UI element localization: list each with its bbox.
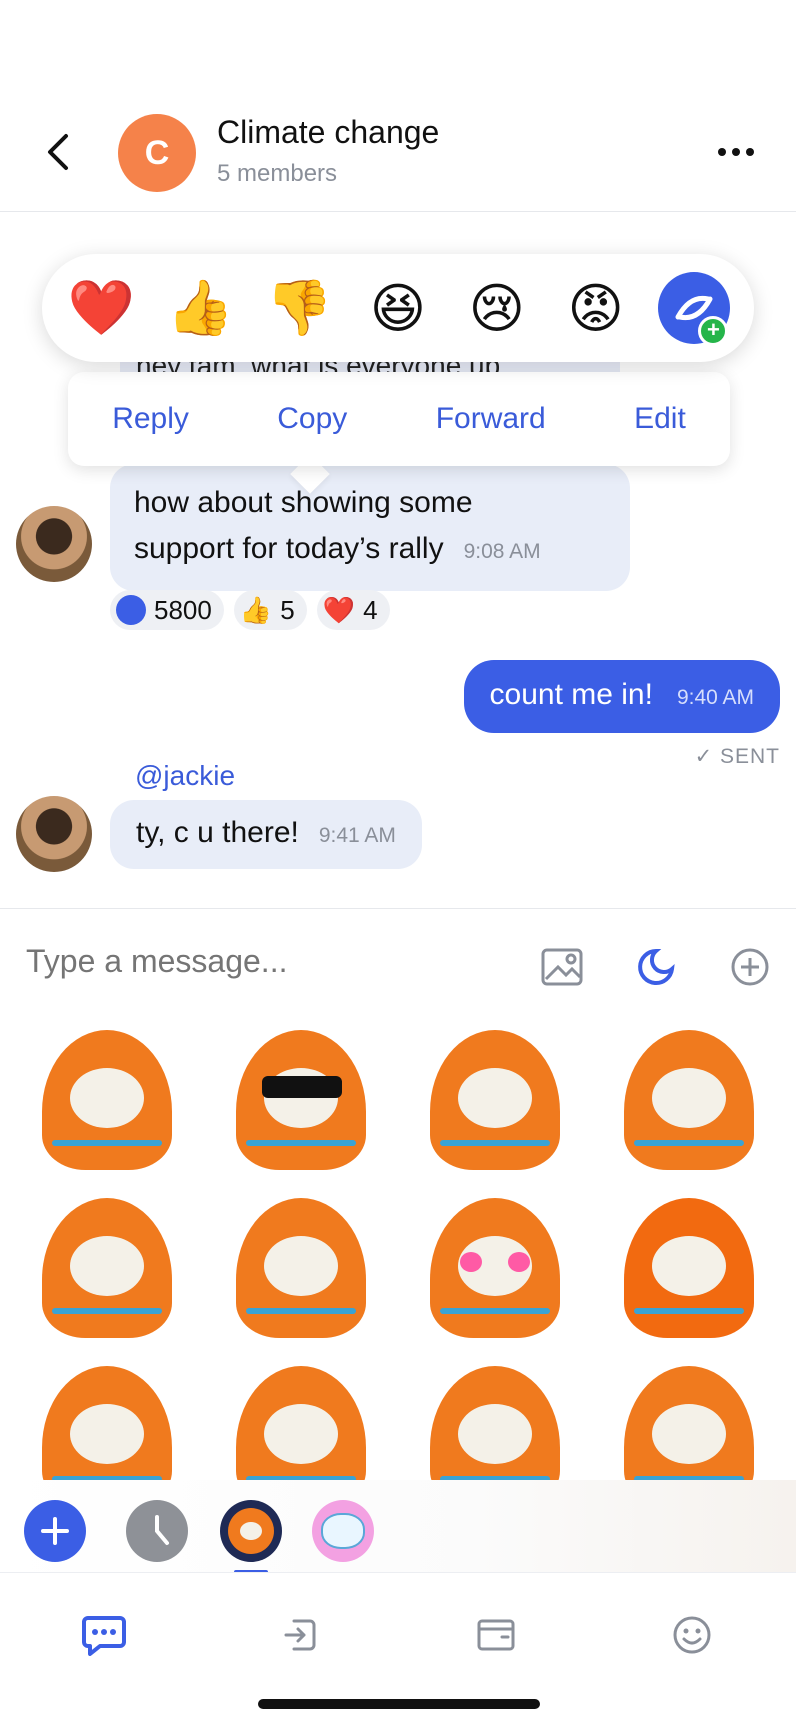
reaction-heart[interactable]: ❤️ (65, 272, 137, 344)
sticker-grid (0, 1016, 796, 1480)
message-time: 9:40 AM (676, 686, 754, 709)
message-list[interactable]: ❤️ 👍 👎 😆 😢 😡 + hey tam, what is everyone… (0, 212, 796, 908)
home-indicator (258, 1699, 540, 1709)
reaction-count: 5800 (154, 594, 212, 625)
sender-mention[interactable]: @jackie (135, 760, 235, 792)
reaction-picker: ❤️ 👍 👎 😆 😢 😡 + (42, 254, 754, 362)
hood-sticker-pack-tab[interactable] (220, 1500, 282, 1562)
thumbs-up-icon: 👍 (239, 594, 273, 625)
forward-button[interactable]: Forward (436, 402, 546, 436)
message-context-menu: Reply Copy Forward Edit (68, 372, 730, 466)
reaction-thumbs-up[interactable]: 👍 (164, 272, 236, 344)
clock-icon (155, 1515, 169, 1545)
cat-pack-icon (321, 1513, 365, 1549)
message-time: 9:08 AM (463, 540, 541, 563)
delivery-status: ✓ SENT (694, 745, 780, 768)
sticker-button[interactable] (634, 945, 678, 989)
copy-button[interactable]: Copy (277, 402, 347, 436)
reaction-chip-special[interactable]: 5800 (110, 590, 224, 630)
sticker[interactable] (398, 1184, 592, 1352)
sticker[interactable] (204, 1184, 398, 1352)
message-text-line: how about showing some (134, 486, 473, 519)
sticker[interactable] (10, 1184, 204, 1352)
reaction-count: 5 (280, 594, 295, 625)
reaction-thumbs-down[interactable]: 👎 (263, 272, 335, 344)
nav-chats[interactable] (80, 1611, 128, 1659)
avatar[interactable] (16, 506, 92, 582)
nav-wallet[interactable] (472, 1611, 520, 1659)
reaction-angry[interactable]: 😡 (560, 272, 632, 344)
sticker[interactable] (398, 1352, 592, 1480)
sticker[interactable] (204, 1016, 398, 1184)
plus-icon (41, 1517, 69, 1545)
image-button[interactable] (540, 945, 584, 989)
special-reaction-icon (116, 595, 146, 625)
message-reactions: 5800 👍 5 ❤️ 4 (110, 590, 390, 630)
reaction-laughing[interactable]: 😆 (362, 272, 434, 344)
heart-icon: ❤️ (322, 594, 356, 625)
chevron-left-icon (48, 134, 68, 170)
group-avatar[interactable]: C (118, 114, 196, 192)
message-input[interactable] (26, 943, 506, 980)
outgoing-message[interactable]: count me in! 9:40 AM (463, 660, 780, 733)
incoming-message[interactable]: ty, c u there! 9:41 AM (110, 800, 422, 869)
message-time: 9:41 AM (318, 824, 396, 847)
wallet-icon (477, 1619, 515, 1651)
sticker-pack-bar (0, 1480, 796, 1574)
chat-bubble-icon (82, 1616, 126, 1656)
sticker[interactable] (10, 1016, 204, 1184)
bottom-navigation (0, 1572, 796, 1724)
nav-activity[interactable] (276, 1611, 324, 1659)
chat-title[interactable]: Climate change (217, 114, 439, 151)
image-icon (541, 948, 583, 986)
attach-button[interactable] (728, 945, 772, 989)
add-sticker-pack-button[interactable] (24, 1500, 86, 1562)
plus-circle-icon (731, 948, 769, 986)
recent-stickers-tab[interactable] (126, 1500, 188, 1562)
message-text-line: support for today’s rally 9:08 AM (134, 532, 541, 565)
message-text: ty, c u there! (136, 816, 299, 849)
more-dot (732, 148, 740, 156)
back-button[interactable] (36, 130, 80, 174)
message-text: count me in! (489, 678, 653, 711)
reaction-count: 4 (363, 594, 378, 625)
reaction-crying[interactable]: 😢 (461, 272, 533, 344)
avatar[interactable] (16, 796, 92, 872)
smiley-icon (673, 1616, 711, 1654)
sticker-icon (638, 948, 675, 985)
more-dot (746, 148, 754, 156)
cat-sticker-pack-tab[interactable] (312, 1500, 374, 1562)
member-count: 5 members (217, 160, 338, 187)
chat-header: C Climate change 5 members (0, 100, 796, 212)
incoming-message[interactable]: how about showing some support for today… (110, 464, 630, 591)
message-composer (0, 908, 796, 1016)
edit-button[interactable]: Edit (634, 402, 686, 436)
more-dot (718, 148, 726, 156)
sticker[interactable] (592, 1016, 786, 1184)
sticker[interactable] (592, 1184, 786, 1352)
more-options-button[interactable] (712, 134, 760, 170)
sticker[interactable] (398, 1016, 592, 1184)
sticker[interactable] (10, 1352, 204, 1480)
reaction-chip-heart[interactable]: ❤️ 4 (316, 590, 390, 630)
sticker[interactable] (592, 1352, 786, 1480)
reaction-chip-thumbs-up[interactable]: 👍 5 (233, 590, 307, 630)
sticker[interactable] (204, 1352, 398, 1480)
log-in-icon (284, 1619, 316, 1651)
add-special-reaction-button[interactable]: + (658, 272, 731, 346)
plus-badge-icon: + (698, 316, 729, 346)
nav-profile[interactable] (668, 1611, 716, 1659)
hood-pack-icon (228, 1508, 274, 1554)
reply-button[interactable]: Reply (112, 402, 189, 436)
